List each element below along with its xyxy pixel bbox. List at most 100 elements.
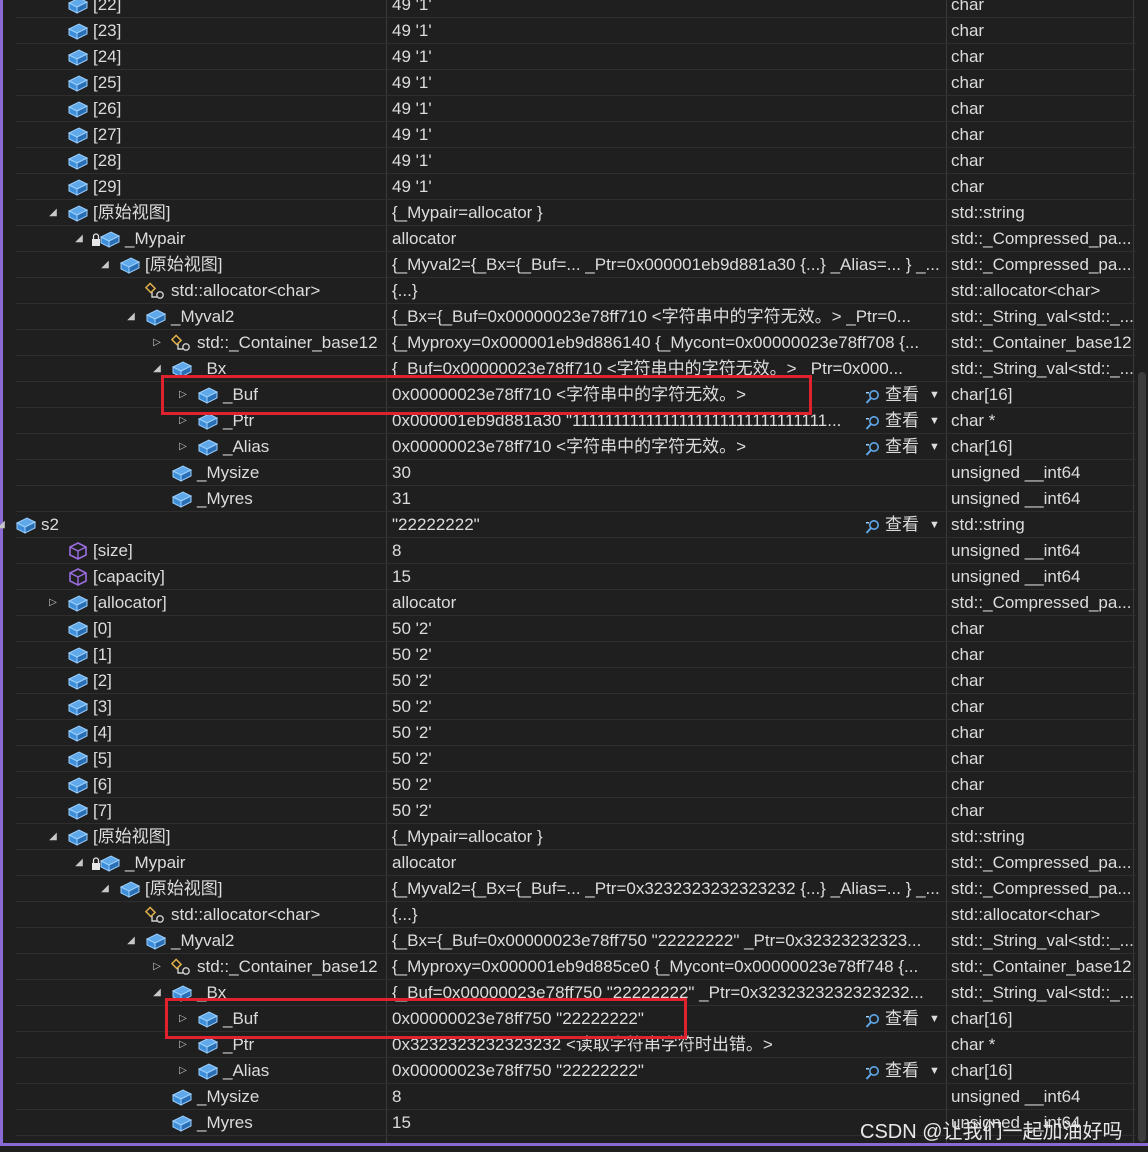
watch-row[interactable]: ◢ [原始视图] {_Myval2={_Bx={_Buf=... _Ptr=0x32… [0,876,1136,902]
value-cell[interactable]: allocator [392,850,948,876]
watch-row[interactable]: std::allocator<char> {...} std::allocator<… [0,902,1136,928]
watch-row[interactable]: ◢ [原始视图] {_Mypair=allocator } std::string [0,824,1136,850]
value-cell[interactable]: 15 [392,564,948,590]
watch-row[interactable]: [28] 49 '1' char [0,148,1136,174]
expand-arrow-icon[interactable]: ▷ [47,590,59,616]
watch-row[interactable]: std::allocator<char> {...} std::allocator<… [0,278,1136,304]
value-cell[interactable]: 49 '1' [392,0,948,18]
visualizer-view-button[interactable]: 查看 ▼ [865,408,945,434]
value-cell[interactable]: 49 '1' [392,18,948,44]
collapse-arrow-icon[interactable]: ◢ [47,200,59,226]
value-cell[interactable]: 50 '2' [392,694,948,720]
value-cell[interactable]: {...} [392,278,948,304]
collapse-arrow-icon[interactable]: ◢ [125,304,137,330]
watch-row[interactable]: ▷ std::_Container_base12 {_Myproxy=0x00000… [0,330,1136,356]
value-cell[interactable]: 49 '1' [392,70,948,96]
watch-row[interactable]: [4] 50 '2' char [0,720,1136,746]
collapse-arrow-icon[interactable]: ◢ [99,252,111,278]
watch-row[interactable]: [27] 49 '1' char [0,122,1136,148]
watch-row[interactable]: [23] 49 '1' char [0,18,1136,44]
watch-row[interactable]: ▷ [allocator] allocator std::_Compressed_pa… [0,590,1136,616]
value-cell[interactable]: {_Bx={_Buf=0x00000023e78ff750 "22222222"… [392,928,948,954]
watch-row[interactable]: [29] 49 '1' char [0,174,1136,200]
dropdown-caret-icon: ▼ [929,519,940,531]
expand-arrow-icon[interactable]: ▷ [177,434,189,460]
watch-row[interactable]: ▷ std::_Container_base12 {_Myproxy=0x00000… [0,954,1136,980]
watch-row[interactable]: [6] 50 '2' char [0,772,1136,798]
watch-row[interactable]: ◢ _Mypair allocator std::_Compressed_pa... [0,850,1136,876]
watch-row[interactable]: ▷ _Alias 0x00000023e78ff710 <字符串中的字符无效。> 查看… [0,434,1136,460]
watch-row[interactable]: ◢ s2 "22222222" 查看 ▼ std::string [0,512,1136,538]
collapse-arrow-icon[interactable]: ◢ [125,928,137,954]
value-cell[interactable]: 50 '2' [392,668,948,694]
watch-row[interactable]: ◢ [原始视图] {_Mypair=allocator } std::string [0,200,1136,226]
type-cell: char [951,775,985,794]
watch-row[interactable]: _Myres 31 unsigned __int64 [0,486,1136,512]
collapse-arrow-icon[interactable]: ◢ [0,512,7,538]
collapse-arrow-icon[interactable]: ◢ [73,850,85,876]
watch-row[interactable]: [5] 50 '2' char [0,746,1136,772]
value-cell[interactable]: 50 '2' [392,616,948,642]
value-cell[interactable]: {...} [392,902,948,928]
watch-row[interactable]: _Mysize 30 unsigned __int64 [0,460,1136,486]
watch-row[interactable]: [26] 49 '1' char [0,96,1136,122]
value-cell[interactable]: 0x00000023e78ff750 "22222222" [392,1058,862,1084]
value-cell[interactable]: 49 '1' [392,122,948,148]
collapse-arrow-icon[interactable]: ◢ [73,226,85,252]
value-cell[interactable]: 50 '2' [392,746,948,772]
vertical-scrollbar-thumb[interactable] [1138,372,1146,1142]
watch-row[interactable]: ◢ _Myval2 {_Bx={_Buf=0x00000023e78ff710 <字… [0,304,1136,330]
value-cell[interactable]: 31 [392,486,948,512]
collapse-arrow-icon[interactable]: ◢ [47,824,59,850]
value-cell[interactable]: 30 [392,460,948,486]
visualizer-view-button[interactable]: 查看 ▼ [865,382,945,408]
value-cell[interactable]: 8 [392,538,948,564]
value-cell[interactable]: {_Myproxy=0x000001eb9d886140 {_Mycont=0x… [392,330,948,356]
type-cell: std::string [951,827,1025,846]
collapse-arrow-icon[interactable]: ◢ [99,876,111,902]
value-cell[interactable]: "22222222" [392,512,862,538]
watch-row[interactable]: ◢ _Mypair allocator std::_Compressed_pa... [0,226,1136,252]
watch-row[interactable]: [3] 50 '2' char [0,694,1136,720]
collapse-arrow-icon[interactable]: ◢ [151,980,163,1006]
watch-row[interactable]: [capacity] 15 unsigned __int64 [0,564,1136,590]
watch-row[interactable]: [1] 50 '2' char [0,642,1136,668]
expand-arrow-icon[interactable]: ▷ [177,1058,189,1084]
value-cell[interactable]: {_Myproxy=0x000001eb9d885ce0 {_Mycont=0x… [392,954,948,980]
value-cell[interactable]: 8 [392,1084,948,1110]
value-cell[interactable]: {_Myval2={_Bx={_Buf=... _Ptr=0x323232323… [392,876,948,902]
view-label: 查看 [885,411,919,430]
watch-row[interactable]: [size] 8 unsigned __int64 [0,538,1136,564]
watch-row[interactable]: ▷ _Alias 0x00000023e78ff750 "22222222" 查看 ▼ c… [0,1058,1136,1084]
value-cell[interactable]: 49 '1' [392,174,948,200]
visualizer-view-button[interactable]: 查看 ▼ [865,434,945,460]
watch-row[interactable]: [22] 49 '1' char [0,0,1136,18]
value-cell[interactable]: {_Myval2={_Bx={_Buf=... _Ptr=0x000001eb9… [392,252,948,278]
visualizer-view-button[interactable]: 查看 ▼ [865,512,945,538]
expand-arrow-icon[interactable]: ▷ [151,954,163,980]
value-cell[interactable]: 50 '2' [392,798,948,824]
visualizer-view-button[interactable]: 查看 ▼ [865,1058,945,1084]
watch-row[interactable]: [7] 50 '2' char [0,798,1136,824]
value-cell[interactable]: 50 '2' [392,642,948,668]
value-cell[interactable]: {_Bx={_Buf=0x00000023e78ff710 <字符串中的字符无效… [392,304,948,330]
value-cell[interactable]: 50 '2' [392,772,948,798]
value-cell[interactable]: 49 '1' [392,148,948,174]
value-cell[interactable]: 49 '1' [392,44,948,70]
watch-row[interactable]: _Mysize 8 unsigned __int64 [0,1084,1136,1110]
visualizer-view-button[interactable]: 查看 ▼ [865,1006,945,1032]
value-cell[interactable]: 0x00000023e78ff710 <字符串中的字符无效。> [392,434,862,460]
value-cell[interactable]: {_Mypair=allocator } [392,200,948,226]
expand-arrow-icon[interactable]: ▷ [151,330,163,356]
value-cell[interactable]: allocator [392,590,948,616]
watch-row[interactable]: [24] 49 '1' char [0,44,1136,70]
watch-row[interactable]: ◢ _Myval2 {_Bx={_Buf=0x00000023e78ff750 "2… [0,928,1136,954]
value-cell[interactable]: {_Mypair=allocator } [392,824,948,850]
value-cell[interactable]: allocator [392,226,948,252]
watch-row[interactable]: ◢ [原始视图] {_Myval2={_Bx={_Buf=... _Ptr=0x00… [0,252,1136,278]
value-cell[interactable]: 50 '2' [392,720,948,746]
value-cell[interactable]: 49 '1' [392,96,948,122]
watch-row[interactable]: [0] 50 '2' char [0,616,1136,642]
watch-row[interactable]: [2] 50 '2' char [0,668,1136,694]
watch-row[interactable]: [25] 49 '1' char [0,70,1136,96]
